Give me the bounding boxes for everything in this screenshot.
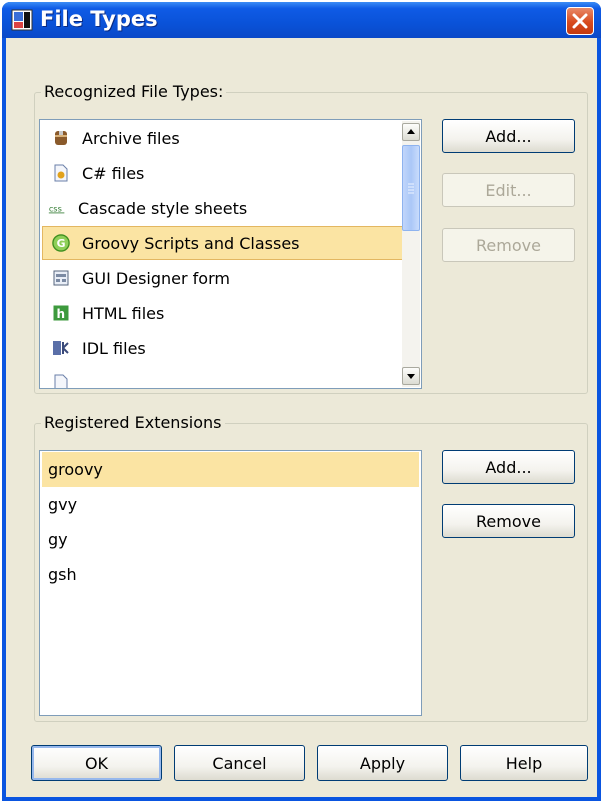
registered-extensions-legend: Registered Extensions: [41, 413, 225, 432]
extension-label: gvy: [48, 495, 78, 514]
list-item-label: Archive files: [82, 128, 180, 148]
scroll-up-button[interactable]: [402, 123, 420, 141]
html-icon: h: [52, 304, 70, 322]
svg-text:css: css: [49, 203, 62, 213]
scroll-down-button[interactable]: [402, 367, 420, 385]
file-icon: [52, 374, 70, 388]
extension-label: groovy: [48, 460, 103, 479]
list-item-archive-files[interactable]: Archive files: [42, 121, 419, 155]
archive-icon: [52, 129, 70, 147]
dialog-body: Recognized File Types: Archive files C# …: [6, 38, 597, 797]
list-item-groovy-scripts[interactable]: G Groovy Scripts and Classes: [42, 226, 419, 260]
list-item-label: GUI Designer form: [82, 268, 230, 288]
list-item-partial[interactable]: [42, 366, 419, 388]
button-label: Add...: [485, 126, 532, 146]
add-file-type-button[interactable]: Add...: [442, 119, 575, 153]
registered-extensions-group: Registered Extensions groovy gvy gy gsh …: [34, 413, 588, 722]
list-item-csharp-files[interactable]: C# files: [42, 156, 419, 190]
list-item-cascade-style-sheets[interactable]: css Cascade style sheets: [42, 191, 419, 225]
button-label: Add...: [485, 457, 532, 477]
add-extension-button[interactable]: Add...: [442, 450, 575, 484]
extension-item-gvy[interactable]: gvy: [42, 487, 419, 522]
list-item-gui-designer-form[interactable]: GUI Designer form: [42, 261, 419, 295]
cancel-button[interactable]: Cancel: [174, 745, 305, 781]
extension-item-groovy[interactable]: groovy: [42, 452, 419, 487]
list-item-label: Groovy Scripts and Classes: [82, 233, 300, 253]
close-button[interactable]: [566, 7, 594, 35]
title-bar[interactable]: File Types: [2, 2, 601, 38]
file-types-scrollbar[interactable]: [402, 121, 420, 387]
list-item-label: HTML files: [82, 303, 165, 323]
svg-text:h: h: [57, 307, 66, 321]
button-label: Edit...: [485, 180, 532, 200]
extension-label: gsh: [48, 565, 77, 584]
svg-text:G: G: [57, 237, 66, 250]
button-label: Remove: [476, 511, 541, 531]
scroll-thumb[interactable]: [402, 145, 420, 231]
button-label: Apply: [359, 753, 406, 773]
list-item-label: Cascade style sheets: [78, 198, 248, 218]
extension-item-gy[interactable]: gy: [42, 522, 419, 557]
csharp-file-icon: [52, 164, 70, 182]
window-title: File Types: [40, 7, 158, 31]
remove-file-type-button[interactable]: Remove: [442, 228, 575, 262]
help-button[interactable]: Help: [460, 745, 588, 781]
ok-button[interactable]: OK: [31, 745, 162, 781]
remove-extension-button[interactable]: Remove: [442, 504, 575, 538]
recognized-file-types-group: Recognized File Types: Archive files C# …: [34, 82, 588, 394]
groovy-icon: G: [52, 234, 70, 252]
list-item-label: IDL files: [82, 338, 146, 358]
extensions-list[interactable]: groovy gvy gy gsh: [39, 450, 422, 716]
apply-button[interactable]: Apply: [317, 745, 448, 781]
list-item-html-files[interactable]: h HTML files: [42, 296, 419, 330]
file-types-list[interactable]: Archive files C# files css Cascade style…: [39, 119, 422, 389]
button-label: Help: [505, 753, 543, 773]
button-label: Remove: [476, 235, 541, 255]
intellij-icon: [11, 9, 33, 31]
edit-file-type-button[interactable]: Edit...: [442, 173, 575, 207]
list-item-idl-files[interactable]: IDL files: [42, 331, 419, 365]
button-label: Cancel: [212, 753, 267, 773]
button-label: OK: [84, 753, 109, 773]
extension-label: gy: [48, 530, 68, 549]
css-icon: css: [48, 199, 66, 217]
form-icon: [52, 269, 70, 287]
recognized-file-types-legend: Recognized File Types:: [41, 82, 227, 101]
extension-item-gsh[interactable]: gsh: [42, 557, 419, 592]
arrow-up-icon: [407, 129, 415, 134]
file-types-dialog: File Types Recognized File Types: Archiv…: [2, 2, 601, 801]
list-item-label: C# files: [82, 163, 145, 183]
close-icon: [572, 13, 588, 29]
idl-icon: [52, 339, 70, 357]
arrow-down-icon: [407, 374, 415, 379]
